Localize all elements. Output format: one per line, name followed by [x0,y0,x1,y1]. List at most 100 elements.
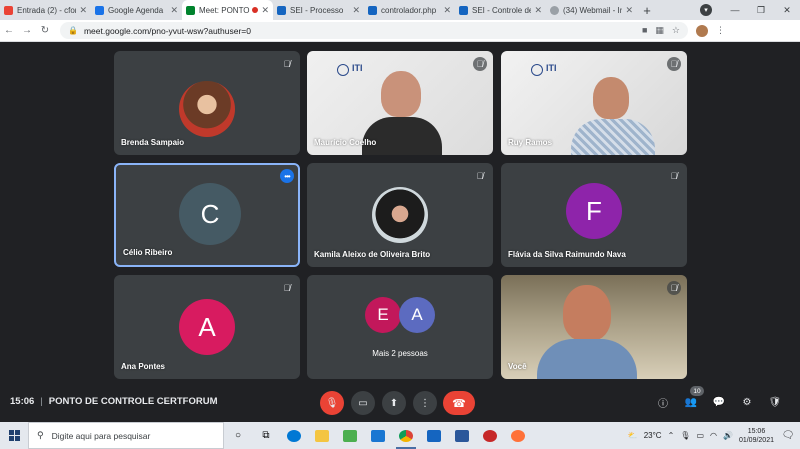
tab-meet[interactable]: Meet: PONTO ✕ [182,0,273,20]
address-bar[interactable]: 🔒 meet.google.com/pno-yvut-wsw?authuser=… [60,22,688,39]
minimize-icon[interactable]: — [722,0,748,20]
tab-search-icon[interactable]: ▾ [700,4,712,16]
mic-off-icon: 🎙̸ [667,281,681,295]
participant-body [362,117,442,155]
close-icon[interactable]: ✕ [170,5,178,16]
close-icon[interactable]: ✕ [625,5,633,16]
present-screen-button[interactable]: ⬆ [382,391,406,415]
participant-avatar: E [365,297,401,333]
tab-sei-processo[interactable]: SEI - Processo ✕ [273,0,364,20]
clock-date: 01/09/2021 [738,436,774,444]
task-view-icon[interactable]: ⧉ [252,422,280,449]
mic-off-icon: 🎙̸ [283,283,291,293]
tray-overflow-icon[interactable]: ⌃ [668,431,675,440]
sei-icon [277,5,286,15]
qr-code-icon[interactable]: ▦ [655,25,664,36]
tab-webmail[interactable]: (34) Webmail - In ✕ [546,0,637,20]
participant-tile[interactable]: F Flávia da Silva Raimundo Nava 🎙̸ [501,163,687,267]
mic-off-icon: 🎙̸ [667,57,681,71]
participant-avatar: A [399,297,435,333]
participant-tile[interactable]: ITI Maurício Coelho 🎙̸ [307,51,493,155]
volume-icon[interactable]: 🔊 [723,431,733,440]
profile-avatar[interactable] [696,24,708,37]
forward-icon[interactable]: → [18,25,36,36]
mail-icon[interactable] [364,422,392,449]
camera-toggle-button[interactable]: ▭ [351,391,375,415]
microphone-tray-icon[interactable]: 🎙 [680,431,690,440]
tab-label: (34) Webmail - In [563,5,623,15]
chrome-menu-icon[interactable]: ⋮ [716,25,725,36]
edge-icon[interactable] [280,422,308,449]
recording-indicator-icon [252,7,259,13]
close-icon[interactable]: ✕ [352,5,360,16]
tab-label: SEI - Controle de [472,5,532,15]
tab-gmail[interactable]: Entrada (2) - cfor ✕ [0,0,91,20]
meeting-grid: Brenda Sampaio 🎙̸ ITI Maurício Coelho 🎙̸… [0,43,800,384]
calendar-icon [95,5,104,15]
system-tray: ⛅ 23°C ⌃ 🎙 ▭ ◠ 🔊 15:06 01/09/2021 🗨 [628,427,800,445]
mic-off-icon: 🎙̸ [476,171,484,181]
participant-tile[interactable]: C Célio Ribeiro ••• [114,163,300,267]
self-view-tile[interactable]: Você 🎙̸ [501,275,687,379]
participant-figure [593,77,629,119]
microphone-toggle-button[interactable]: 🎙 [320,391,344,415]
bookmark-star-icon[interactable]: ☆ [672,25,680,36]
network-icon[interactable]: ▭ [696,431,704,440]
app-icon[interactable] [476,422,504,449]
file-explorer-icon[interactable] [308,422,336,449]
wifi-icon[interactable]: ◠ [710,431,717,440]
notifications-icon[interactable]: 🗨 [780,430,796,441]
people-icon[interactable]: 👥 [683,394,699,410]
windows-taskbar: ⚲ Digite aqui para pesquisar ○ ⧉ ⛅ 23°C … [0,422,800,449]
more-options-icon[interactable]: ••• [280,169,294,183]
more-options-button[interactable]: ⋮ [413,391,437,415]
chrome-icon[interactable] [392,422,420,449]
meeting-info-icon[interactable]: ⓘ [655,394,671,410]
participant-avatar: C [179,183,241,245]
participant-figure [381,71,421,117]
participant-name: Flávia da Silva Raimundo Nava [508,250,626,259]
tab-label: Entrada (2) - cfor [17,5,77,15]
participant-tile[interactable]: Brenda Sampaio 🎙̸ [114,51,300,155]
tab-google-agenda[interactable]: Google Agenda ✕ [91,0,182,20]
camera-in-use-icon[interactable]: ■ [642,25,647,36]
store-icon[interactable] [336,422,364,449]
reload-icon[interactable]: ↻ [36,25,54,36]
close-icon[interactable]: ✕ [261,5,269,16]
browser-tab-strip: Entrada (2) - cfor ✕ Google Agenda ✕ Mee… [0,0,800,20]
close-icon[interactable]: ✕ [443,5,451,16]
taskbar-search-box[interactable]: ⚲ Digite aqui para pesquisar [28,422,224,449]
tab-controlador[interactable]: controlador.php ✕ [364,0,455,20]
mic-off-icon: 🎙̸ [283,59,291,69]
iti-logo-icon [531,64,543,76]
start-button[interactable] [0,422,28,449]
tab-label: Meet: PONTO [199,5,250,15]
close-window-icon[interactable]: ✕ [774,0,800,20]
sei-icon [459,5,468,15]
weather-icon[interactable]: ⛅ [628,431,638,440]
sei-app-icon[interactable] [420,422,448,449]
participant-tile[interactable]: A Ana Pontes 🎙̸ [114,275,300,379]
host-controls-icon[interactable]: 🛡 [767,394,783,410]
back-icon[interactable]: ← [0,25,18,36]
cortana-icon[interactable]: ○ [224,422,252,449]
close-icon[interactable]: ✕ [534,5,542,16]
meet-icon [186,5,195,15]
close-icon[interactable]: ✕ [79,5,87,16]
mic-off-icon: 🎙̸ [473,57,487,71]
activities-icon[interactable]: ⚙ [739,394,755,410]
chat-icon[interactable]: 💬 [711,394,727,410]
maximize-icon[interactable]: ❐ [748,0,774,20]
new-tab-button[interactable]: + [637,0,657,20]
browser-toolbar: ← → ↻ 🔒 meet.google.com/pno-yvut-wsw?aut… [0,20,800,42]
system-clock[interactable]: 15:06 01/09/2021 [739,427,774,445]
more-participants-tile[interactable]: E A Mais 2 pessoas [307,275,493,379]
firefox-icon[interactable] [504,422,532,449]
lock-icon[interactable]: 🔒 [68,26,78,35]
word-icon[interactable] [448,422,476,449]
participant-tile[interactable]: ITI Ruy Ramos 🎙̸ [501,51,687,155]
participant-tile[interactable]: Kamila Aleixo de Oliveira Brito 🎙̸ [307,163,493,267]
tab-sei-controle[interactable]: SEI - Controle de ✕ [455,0,546,20]
leave-call-button[interactable]: ☎ [443,391,475,415]
participant-name: Maurício Coelho [314,138,377,147]
